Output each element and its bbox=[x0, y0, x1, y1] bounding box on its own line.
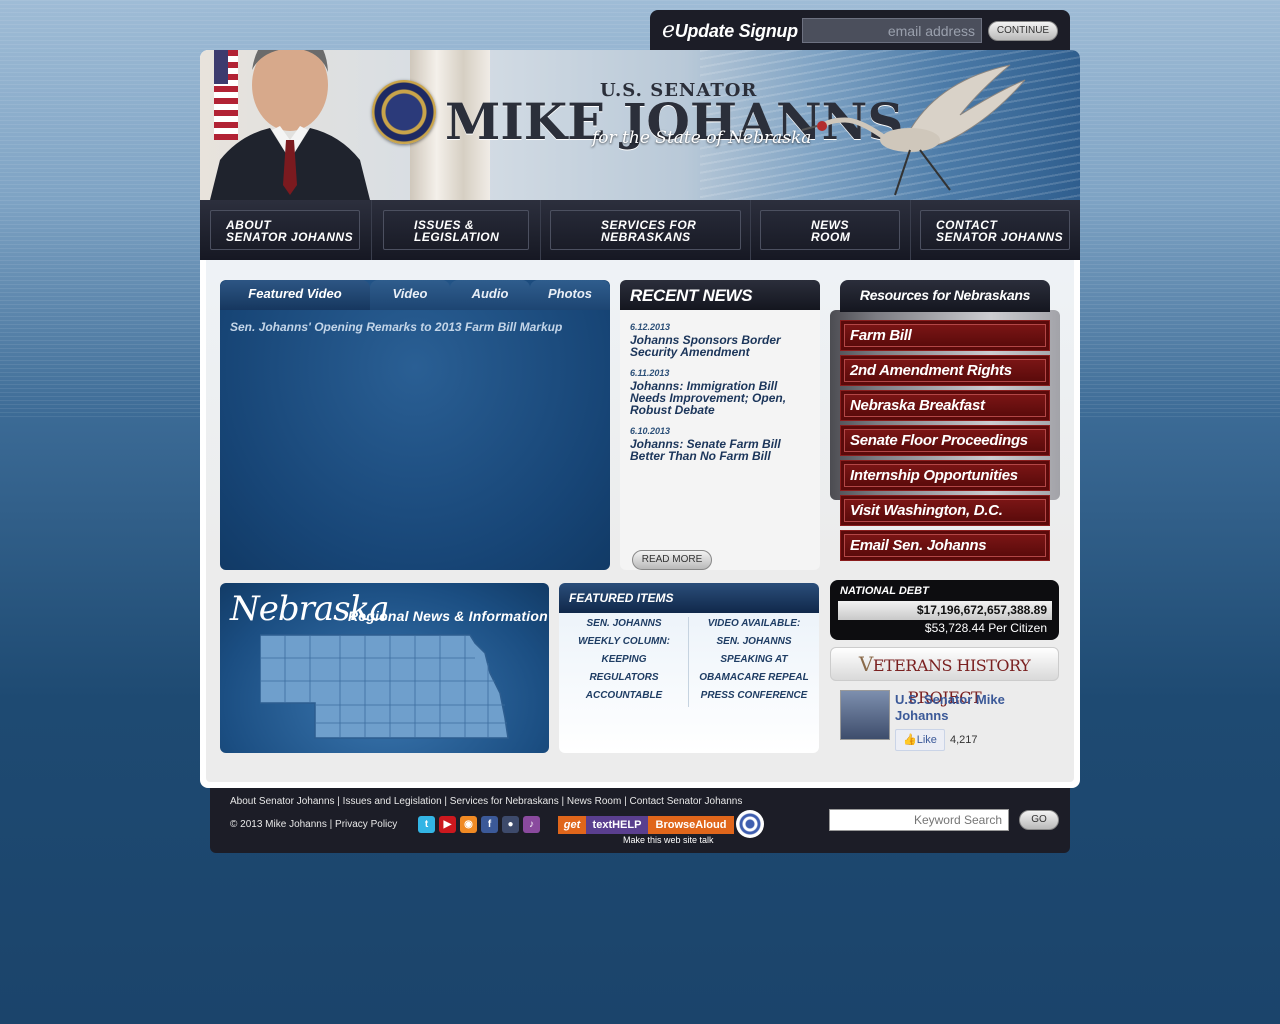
resources-header: Resources for Nebraskans bbox=[840, 280, 1050, 312]
recent-news-panel: RECENT NEWS 6.12.2013 Johanns Sponsors B… bbox=[620, 280, 820, 570]
news-item[interactable]: 6.10.2013 Johanns: Senate Farm Bill Bett… bbox=[630, 426, 810, 462]
facebook-icon[interactable]: f bbox=[481, 816, 498, 833]
resource-nebraska-breakfast[interactable]: Nebraska Breakfast bbox=[840, 390, 1050, 421]
featured-item-weekly-column[interactable]: SEN. JOHANNS WEEKLY COLUMN: KEEPING REGU… bbox=[559, 615, 689, 705]
news-title[interactable]: Johanns: Senate Farm Bill Better Than No… bbox=[630, 438, 810, 462]
header-banner[interactable]: U.S. SENATOR MIKE JOHANNS for the State … bbox=[200, 50, 1080, 200]
news-date: 6.12.2013 bbox=[630, 322, 671, 332]
rss-icon[interactable]: ◉ bbox=[460, 816, 477, 833]
avatar[interactable] bbox=[840, 690, 890, 740]
nav-separator bbox=[540, 200, 541, 260]
resource-senate-floor[interactable]: Senate Floor Proceedings bbox=[840, 425, 1050, 456]
nebraska-subtitle: Regional News & Information bbox=[348, 608, 548, 624]
resource-label: Visit Washington, D.C. bbox=[844, 499, 1046, 522]
browsealoud-texthelp: textHELP bbox=[586, 816, 648, 834]
resource-2nd-amendment[interactable]: 2nd Amendment Rights bbox=[840, 355, 1050, 386]
veterans-history-project-banner[interactable]: VETERANS HISTORY PROJECT bbox=[830, 647, 1059, 707]
resource-internships[interactable]: Internship Opportunities bbox=[840, 460, 1050, 491]
search-input[interactable] bbox=[829, 809, 1009, 831]
target-icon bbox=[736, 810, 764, 838]
eupdate-title-e: e bbox=[662, 18, 675, 43]
featured-items-panel: FEATURED ITEMS SEN. JOHANNS WEEKLY COLUM… bbox=[559, 583, 819, 753]
browsealoud-badge[interactable]: get textHELP BrowseAloud Make this web s… bbox=[558, 810, 768, 848]
like-count: 4,217 bbox=[950, 734, 978, 746]
like-label: Like bbox=[916, 734, 937, 746]
nav-services[interactable]: SERVICES FOR NEBRASKANS bbox=[550, 210, 741, 250]
resource-visit-dc[interactable]: Visit Washington, D.C. bbox=[840, 495, 1050, 526]
nebraska-map-icon[interactable] bbox=[260, 633, 510, 743]
tab-video[interactable]: Video bbox=[370, 280, 450, 310]
nebraska-regional-panel[interactable]: Nebraska Regional News & Information bbox=[220, 583, 549, 753]
senator-state: for the State of Nebraska bbox=[592, 128, 812, 148]
national-debt-panel: NATIONAL DEBT $17,196,672,657,388.89 $53… bbox=[830, 580, 1059, 640]
senate-seal-icon bbox=[372, 80, 436, 144]
senator-portrait bbox=[210, 50, 370, 200]
news-item[interactable]: 6.11.2013 Johanns: Immigration Bill Need… bbox=[630, 368, 810, 416]
resource-label: Senate Floor Proceedings bbox=[844, 429, 1046, 452]
resources-panel: Resources for Nebraskans Farm Bill 2nd A… bbox=[830, 280, 1060, 570]
email-field[interactable] bbox=[802, 18, 982, 43]
resource-farm-bill[interactable]: Farm Bill bbox=[840, 320, 1050, 351]
nav-about[interactable]: ABOUT SENATOR JOHANNS bbox=[210, 210, 360, 250]
nav-issues[interactable]: ISSUES & LEGISLATION bbox=[383, 210, 529, 250]
featured-items-header: FEATURED ITEMS bbox=[559, 583, 819, 613]
facebook-page-name[interactable]: U.S. Senator Mike Johanns bbox=[895, 692, 1045, 724]
nav-separator bbox=[371, 200, 372, 260]
podcast-icon[interactable]: ♪ bbox=[523, 816, 540, 833]
resource-email-senator[interactable]: Email Sen. Johanns bbox=[840, 530, 1050, 561]
crane-icon bbox=[801, 64, 1026, 196]
resource-label: Email Sen. Johanns bbox=[844, 534, 1046, 557]
debt-per-citizen: $53,728.44 Per Citizen bbox=[924, 621, 1047, 635]
eupdate-signup-bar: eUpdate Signup CONTINUE bbox=[650, 10, 1070, 52]
footer-links[interactable]: About Senator Johanns | Issues and Legis… bbox=[230, 796, 742, 807]
thumbs-up-icon: 👍 bbox=[903, 734, 917, 746]
footer: About Senator Johanns | Issues and Legis… bbox=[210, 788, 1070, 853]
flickr-icon[interactable]: ● bbox=[502, 816, 519, 833]
news-title[interactable]: Johanns Sponsors Border Security Amendme… bbox=[630, 334, 810, 358]
nav-separator bbox=[910, 200, 911, 260]
eupdate-title-rest: Update Signup bbox=[674, 21, 798, 41]
continue-button[interactable]: CONTINUE bbox=[988, 21, 1058, 41]
nav-contact[interactable]: CONTACT SENATOR JOHANNS bbox=[920, 210, 1070, 250]
nav-separator bbox=[750, 200, 751, 260]
featured-video-title[interactable]: Sen. Johanns' Opening Remarks to 2013 Fa… bbox=[230, 320, 562, 334]
tab-audio[interactable]: Audio bbox=[450, 280, 530, 310]
search-go-button[interactable]: GO bbox=[1019, 810, 1059, 830]
resource-label: Internship Opportunities bbox=[844, 464, 1046, 487]
facebook-like-button[interactable]: 👍Like bbox=[895, 729, 945, 751]
resource-label: Nebraska Breakfast bbox=[844, 394, 1046, 417]
browsealoud-label: BrowseAloud bbox=[648, 816, 734, 834]
national-debt-value: $17,196,672,657,388.89 bbox=[838, 601, 1052, 620]
national-debt-label: NATIONAL DEBT bbox=[840, 585, 929, 597]
resource-label: Farm Bill bbox=[844, 324, 1046, 347]
tab-photos[interactable]: Photos bbox=[530, 280, 610, 310]
veterans-initial: V bbox=[858, 652, 873, 676]
eupdate-title: eUpdate Signup bbox=[662, 18, 798, 43]
news-date: 6.10.2013 bbox=[630, 426, 671, 436]
recent-news-header: RECENT NEWS bbox=[620, 280, 820, 310]
read-more-button[interactable]: READ MORE bbox=[632, 550, 712, 570]
footer-copyright[interactable]: © 2013 Mike Johanns | Privacy Policy bbox=[230, 819, 397, 830]
twitter-icon[interactable]: t bbox=[418, 816, 435, 833]
resource-label: 2nd Amendment Rights bbox=[844, 359, 1046, 382]
browsealoud-get: get bbox=[558, 816, 586, 834]
nav-news-room[interactable]: NEWS ROOM bbox=[760, 210, 900, 250]
tab-featured-video[interactable]: Featured Video bbox=[220, 280, 370, 310]
news-item[interactable]: 6.12.2013 Johanns Sponsors Border Securi… bbox=[630, 322, 810, 358]
media-panel: Featured Video Video Audio Photos Sen. J… bbox=[220, 280, 610, 570]
news-date: 6.11.2013 bbox=[630, 368, 670, 378]
news-title[interactable]: Johanns: Immigration Bill Needs Improvem… bbox=[630, 380, 810, 416]
main-nav: ABOUT SENATOR JOHANNS ISSUES & LEGISLATI… bbox=[200, 200, 1080, 260]
youtube-icon[interactable]: ▶ bbox=[439, 816, 456, 833]
featured-item-video[interactable]: VIDEO AVAILABLE: SEN. JOHANNS SPEAKING A… bbox=[689, 615, 819, 705]
browsealoud-tagline: Make this web site talk bbox=[623, 835, 714, 845]
